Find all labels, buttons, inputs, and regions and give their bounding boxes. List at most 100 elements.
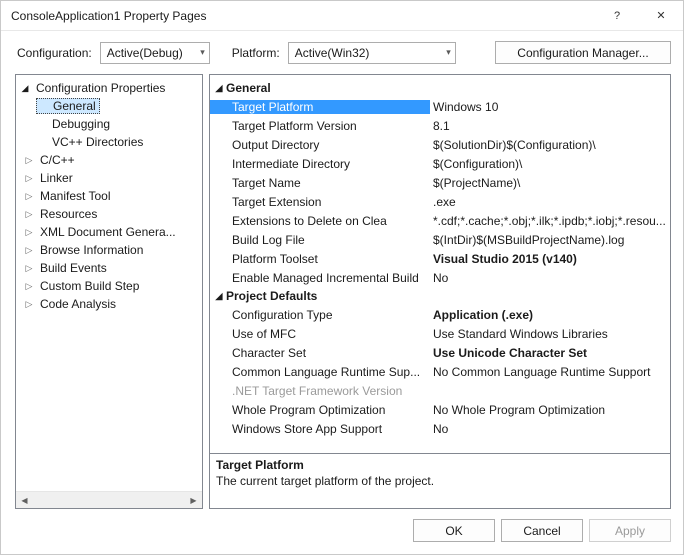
right-pane: ◢GeneralTarget PlatformWindows 10Target … [209, 74, 671, 509]
property-row[interactable]: Whole Program OptimizationNo Whole Progr… [210, 400, 670, 419]
apply-button[interactable]: Apply [589, 519, 671, 542]
property-name: Whole Program Optimization [210, 403, 430, 417]
group-toggle-icon[interactable]: ◢ [212, 83, 226, 94]
property-value[interactable]: Application (.exe) [430, 308, 670, 322]
dialog-body: ◢Configuration PropertiesGeneralDebuggin… [1, 74, 683, 509]
property-value[interactable]: $(Configuration)\ [430, 157, 670, 171]
property-value[interactable]: .exe [430, 195, 670, 209]
tree-item[interactable]: Debugging [16, 115, 202, 133]
description-pane: Target Platform The current target platf… [209, 454, 671, 509]
tree-item[interactable]: ▷XML Document Genera... [16, 223, 202, 241]
close-button[interactable]: ✕ [639, 1, 683, 31]
property-name: Character Set [210, 346, 430, 360]
property-row[interactable]: Windows Store App SupportNo [210, 419, 670, 438]
group-header[interactable]: ◢Project Defaults [210, 287, 670, 305]
tree-toggle-icon[interactable]: ▷ [22, 189, 36, 203]
platform-label: Platform: [232, 46, 280, 60]
property-name: Common Language Runtime Sup... [210, 365, 430, 379]
group-header[interactable]: ◢General [210, 79, 670, 97]
configuration-value: Active(Debug) [107, 46, 183, 60]
property-name: Intermediate Directory [210, 157, 430, 171]
tree-item[interactable]: ▷C/C++ [16, 151, 202, 169]
property-value[interactable]: Visual Studio 2015 (v140) [430, 252, 670, 266]
configuration-manager-button[interactable]: Configuration Manager... [495, 41, 671, 64]
group-name: Project Defaults [226, 289, 317, 303]
tree-toggle-icon[interactable]: ▷ [22, 279, 36, 293]
property-row[interactable]: Use of MFCUse Standard Windows Libraries [210, 324, 670, 343]
tree-toggle-icon[interactable]: ▷ [22, 207, 36, 221]
property-name: Use of MFC [210, 327, 430, 341]
tree-item[interactable]: General [16, 97, 202, 115]
tree-item[interactable]: ▷Manifest Tool [16, 187, 202, 205]
property-grid[interactable]: ◢GeneralTarget PlatformWindows 10Target … [209, 74, 671, 454]
tree-root[interactable]: ◢Configuration Properties [16, 79, 202, 97]
tree-item[interactable]: ▷Linker [16, 169, 202, 187]
property-row[interactable]: Extensions to Delete on Clea*.cdf;*.cach… [210, 211, 670, 230]
tree-item[interactable]: ▷Code Analysis [16, 295, 202, 313]
window-title: ConsoleApplication1 Property Pages [11, 9, 206, 23]
tree-item-label: Debugging [36, 116, 114, 132]
tree-toggle-icon[interactable]: ▷ [22, 297, 36, 311]
scroll-left-icon[interactable]: ◀ [16, 492, 33, 509]
property-row[interactable]: Output Directory$(SolutionDir)$(Configur… [210, 135, 670, 154]
property-value[interactable]: No [430, 422, 670, 436]
property-value[interactable]: Use Standard Windows Libraries [430, 327, 670, 341]
property-row[interactable]: .NET Target Framework Version [210, 381, 670, 400]
tree-toggle-icon[interactable]: ▷ [22, 171, 36, 185]
tree-toggle-icon[interactable]: ▷ [22, 243, 36, 257]
platform-dropdown[interactable]: Active(Win32) ▾ [288, 42, 456, 64]
property-name: .NET Target Framework Version [210, 384, 430, 398]
property-row[interactable]: Target Platform Version8.1 [210, 116, 670, 135]
tree-item[interactable]: ▷Build Events [16, 259, 202, 277]
tree-toggle-icon[interactable]: ▷ [22, 261, 36, 275]
property-value[interactable]: Windows 10 [430, 100, 670, 114]
property-row[interactable]: Configuration TypeApplication (.exe) [210, 305, 670, 324]
property-value[interactable]: Use Unicode Character Set [430, 346, 670, 360]
property-row[interactable]: Common Language Runtime Sup...No Common … [210, 362, 670, 381]
property-value[interactable]: No Whole Program Optimization [430, 403, 670, 417]
tree-toggle-icon[interactable]: ▷ [22, 153, 36, 167]
group-toggle-icon[interactable]: ◢ [212, 291, 226, 302]
chevron-down-icon: ▾ [200, 47, 205, 58]
tree-toggle-icon[interactable]: ▷ [22, 225, 36, 239]
description-text: The current target platform of the proje… [216, 474, 664, 488]
config-tree-inner: ◢Configuration PropertiesGeneralDebuggin… [16, 75, 202, 491]
tree-item-label: XML Document Genera... [36, 224, 180, 240]
tree-toggle-icon[interactable]: ◢ [18, 81, 32, 95]
property-row[interactable]: Enable Managed Incremental BuildNo [210, 268, 670, 287]
property-row[interactable]: Build Log File$(IntDir)$(MSBuildProjectN… [210, 230, 670, 249]
property-name: Enable Managed Incremental Build [210, 271, 430, 285]
titlebar: ConsoleApplication1 Property Pages ? ✕ [1, 1, 683, 31]
property-row[interactable]: Target Name$(ProjectName)\ [210, 173, 670, 192]
property-value[interactable]: $(SolutionDir)$(Configuration)\ [430, 138, 670, 152]
configuration-dropdown[interactable]: Active(Debug) ▾ [100, 42, 210, 64]
property-name: Target Name [210, 176, 430, 190]
tree-root-label: Configuration Properties [32, 80, 169, 96]
tree-item-label: Browse Information [36, 242, 147, 258]
help-button[interactable]: ? [595, 1, 639, 31]
property-row[interactable]: Platform ToolsetVisual Studio 2015 (v140… [210, 249, 670, 268]
property-value[interactable]: $(ProjectName)\ [430, 176, 670, 190]
cancel-button[interactable]: Cancel [501, 519, 583, 542]
property-value[interactable]: *.cdf;*.cache;*.obj;*.ilk;*.ipdb;*.iobj;… [430, 214, 670, 228]
tree-item[interactable]: ▷Custom Build Step [16, 277, 202, 295]
property-row[interactable]: Character SetUse Unicode Character Set [210, 343, 670, 362]
property-value[interactable]: No Common Language Runtime Support [430, 365, 670, 379]
property-value[interactable]: 8.1 [430, 119, 670, 133]
property-value[interactable]: No [430, 271, 670, 285]
property-name: Configuration Type [210, 308, 430, 322]
chevron-down-icon: ▾ [446, 47, 451, 58]
tree-item[interactable]: ▷Resources [16, 205, 202, 223]
config-tree[interactable]: ◢Configuration PropertiesGeneralDebuggin… [15, 74, 203, 509]
property-row[interactable]: Intermediate Directory$(Configuration)\ [210, 154, 670, 173]
tree-item-label: Code Analysis [36, 296, 120, 312]
property-row[interactable]: Target Extension.exe [210, 192, 670, 211]
scroll-right-icon[interactable]: ▶ [185, 492, 202, 509]
property-row[interactable]: Target PlatformWindows 10 [210, 97, 670, 116]
ok-button[interactable]: OK [413, 519, 495, 542]
tree-item[interactable]: ▷Browse Information [16, 241, 202, 259]
tree-item[interactable]: VC++ Directories [16, 133, 202, 151]
description-title: Target Platform [216, 458, 664, 472]
property-value[interactable]: $(IntDir)$(MSBuildProjectName).log [430, 233, 670, 247]
tree-hscrollbar[interactable]: ◀ ▶ [16, 491, 202, 508]
